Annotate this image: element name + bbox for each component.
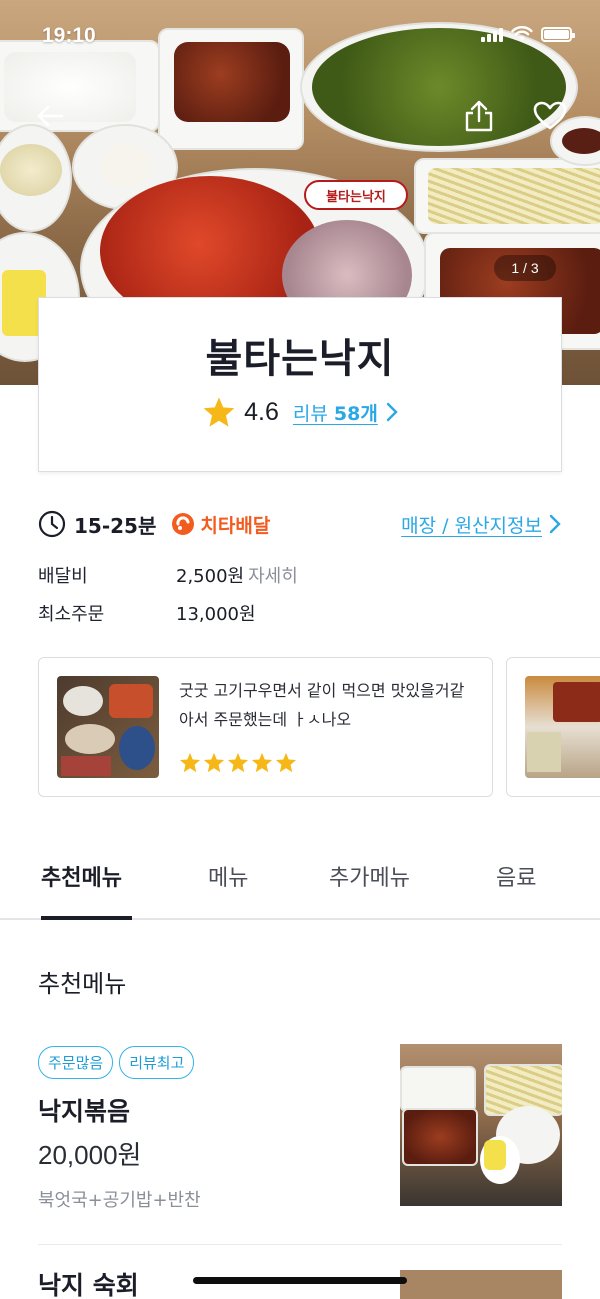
star-icon (203, 397, 235, 427)
tab-menu[interactable]: 메뉴 (208, 860, 248, 892)
star-icon (203, 752, 225, 773)
store-info-card: 불타는낙지 4.6 리뷰 58개 (38, 297, 562, 472)
star-icon (275, 752, 297, 773)
octopus-container (158, 28, 304, 150)
star-icon (179, 752, 201, 773)
review-count: 58개 (333, 402, 378, 425)
min-order-value: 13,000원 (176, 604, 256, 625)
battery-icon (541, 27, 575, 42)
review-card[interactable]: 굿굿 고기구우면서 같이 먹으면 맛있을거같아서 주문했는데 ㅏㅅ나오 (38, 657, 493, 797)
active-tab-indicator (41, 916, 132, 920)
store-name: 불타는낙지 (205, 336, 395, 382)
delivery-fee-detail-link[interactable]: 자세히 (248, 562, 298, 588)
home-indicator[interactable] (193, 1277, 407, 1284)
cheetah-logo-icon (172, 513, 195, 535)
arrow-left-icon (37, 105, 64, 127)
menu-item-description: 북엇국+공기밥+반찬 (38, 1190, 201, 1211)
restaurant-logo-on-plate: 불타는낙지 (304, 180, 408, 210)
share-icon (465, 100, 493, 132)
image-pager: 1 / 3 (494, 255, 556, 281)
badge-popular: 주문많음 (38, 1046, 114, 1079)
review-card[interactable] (506, 657, 600, 797)
menu-item-price: 20,000원 (38, 1140, 142, 1170)
delivery-fee-label: 배달비 (38, 566, 88, 587)
rice-container (0, 40, 160, 132)
soup-bowl (0, 124, 72, 232)
store-origin-info-link[interactable]: 매장 / 원산지정보 (401, 511, 562, 538)
section-title: 추천메뉴 (38, 970, 127, 998)
delivery-partner: 치타배달 (170, 511, 270, 538)
status-icons (481, 26, 575, 42)
share-button[interactable] (459, 96, 499, 136)
min-order-label: 최소주문 (38, 604, 105, 625)
delivery-fee-row: 배달비 2,500원 자세히 (38, 562, 298, 588)
heart-icon (533, 101, 567, 130)
review-text: 굿굿 고기구우면서 같이 먹으면 맛있을거같아서 주문했는데 ㅏㅅ나오 (179, 681, 465, 729)
store-origin-info-label: 매장 / 원산지정보 (401, 514, 542, 537)
review-photo (525, 676, 600, 778)
star-icon (227, 752, 249, 773)
rating-value: 4.6 (244, 397, 279, 426)
sprout-container (414, 158, 600, 234)
delivery-partner-name: 치타배달 (200, 514, 271, 537)
min-order-row: 최소주문 13,000원 (38, 600, 256, 626)
review-photo (57, 676, 159, 778)
tab-recommended[interactable]: 추천메뉴 (41, 860, 122, 892)
back-button[interactable] (30, 96, 70, 136)
review-link-prefix: 리뷰 (292, 402, 334, 425)
delivery-fee-value: 2,500원 (176, 566, 245, 587)
rating-row: 4.6 리뷰 58개 (39, 396, 561, 428)
tab-drinks[interactable]: 음료 (496, 860, 536, 892)
clock-icon (38, 510, 66, 538)
status-time: 19:10 (42, 24, 96, 47)
menu-tabs: 추천메뉴 메뉴 추가메뉴 음료 (0, 838, 600, 920)
delivery-time-row: 15-25분 치타배달 매장 / 원산지정보 (38, 509, 562, 539)
menu-item-photo[interactable] (400, 1270, 562, 1299)
review-stars (179, 752, 297, 773)
menu-item-badges: 주문많음 리뷰최고 (38, 1046, 195, 1079)
cellular-signal-icon (481, 28, 503, 42)
star-icon (251, 752, 273, 773)
badge-top-review: 리뷰최고 (119, 1046, 195, 1079)
delivery-time: 15-25분 (74, 513, 157, 538)
menu-item-name[interactable]: 낙지볶음 (38, 1092, 130, 1128)
chevron-right-icon (549, 514, 561, 534)
chevron-right-icon (386, 402, 398, 422)
menu-divider (38, 1244, 562, 1245)
favorite-button[interactable] (530, 96, 570, 136)
menu-item-photo[interactable] (400, 1044, 562, 1206)
review-link[interactable]: 리뷰 58개 (293, 399, 378, 426)
wifi-icon (511, 26, 533, 41)
menu-item-name[interactable]: 낙지 숙회 (38, 1266, 139, 1299)
tab-additional-menu[interactable]: 추가메뉴 (329, 860, 410, 892)
